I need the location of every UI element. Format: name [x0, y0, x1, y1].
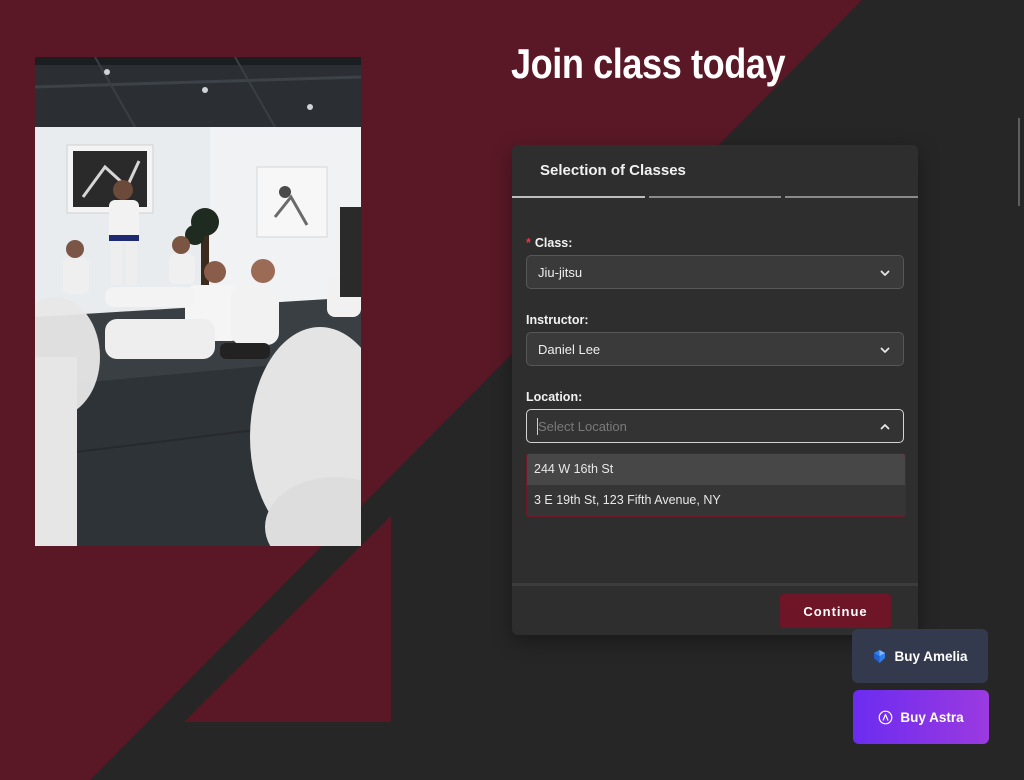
instructor-select[interactable]: Daniel Lee — [526, 332, 904, 366]
form-footer-divider — [512, 583, 918, 586]
buy-astra-button[interactable]: Buy Astra — [853, 690, 989, 744]
chevron-down-icon — [880, 270, 890, 276]
jiu-jitsu-class-photo — [35, 57, 361, 546]
page-headline: Join class today — [511, 40, 786, 87]
instructor-select-value: Daniel Lee — [538, 342, 601, 357]
location-option[interactable]: 3 E 19th St, 123 Fifth Avenue, NY — [527, 485, 905, 516]
step-indicator-2 — [648, 196, 782, 198]
class-field-label: * Class: — [526, 236, 572, 250]
class-selection-form: Selection of Classes * Class: Jiu-jitsu I… — [512, 145, 919, 635]
class-select-value: Jiu-jitsu — [538, 265, 583, 280]
instructor-field-label: Instructor: — [526, 313, 589, 327]
chevron-down-icon — [880, 347, 890, 353]
amelia-logo-icon — [874, 649, 886, 663]
step-indicator-1 — [512, 196, 645, 198]
buy-astra-label: Buy Astra — [900, 709, 964, 725]
location-field-label: Location: — [526, 390, 583, 404]
continue-button[interactable]: Continue — [780, 594, 891, 628]
page-scrollbar[interactable] — [1018, 118, 1020, 206]
location-placeholder: Select Location — [538, 419, 627, 434]
form-title: Selection of Classes — [540, 162, 686, 179]
class-label-text: Class: — [534, 236, 573, 250]
class-select[interactable]: Jiu-jitsu — [526, 255, 904, 289]
astra-logo-icon — [878, 710, 893, 724]
step-indicator-3 — [785, 196, 919, 198]
chevron-up-icon — [880, 424, 890, 430]
location-select[interactable]: Select Location — [526, 409, 904, 443]
step-progress-bar — [512, 196, 919, 199]
location-options-dropdown: 244 W 16th St 3 E 19th St, 123 Fifth Ave… — [526, 453, 906, 517]
buy-amelia-label: Buy Amelia — [894, 648, 968, 664]
required-asterisk: * — [526, 236, 531, 250]
buy-amelia-button[interactable]: Buy Amelia — [852, 629, 988, 683]
location-option[interactable]: 244 W 16th St — [527, 454, 905, 485]
